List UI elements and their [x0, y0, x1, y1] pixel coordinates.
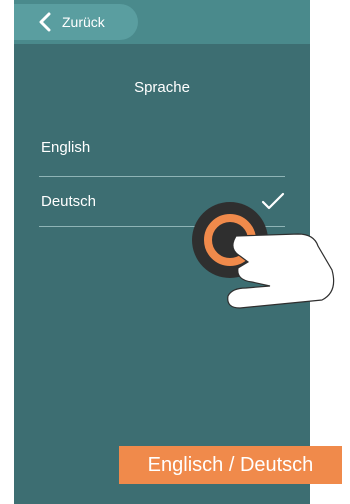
- language-option-deutsch[interactable]: Deutsch: [41, 176, 285, 226]
- back-button[interactable]: Zurück: [14, 4, 138, 40]
- checkmark-icon: [261, 192, 285, 210]
- back-button-label: Zurück: [62, 14, 105, 30]
- app-screen: Zurück Sprache English Deutsch: [14, 0, 310, 504]
- chevron-left-icon: [39, 12, 51, 32]
- divider: [39, 226, 285, 227]
- top-bar: Zurück: [14, 0, 310, 44]
- language-label: English: [41, 138, 91, 156]
- language-option-english[interactable]: English: [41, 122, 285, 172]
- language-label: Deutsch: [41, 192, 97, 210]
- caption-banner: Englisch / Deutsch: [119, 446, 342, 484]
- page-title: Sprache: [134, 79, 190, 96]
